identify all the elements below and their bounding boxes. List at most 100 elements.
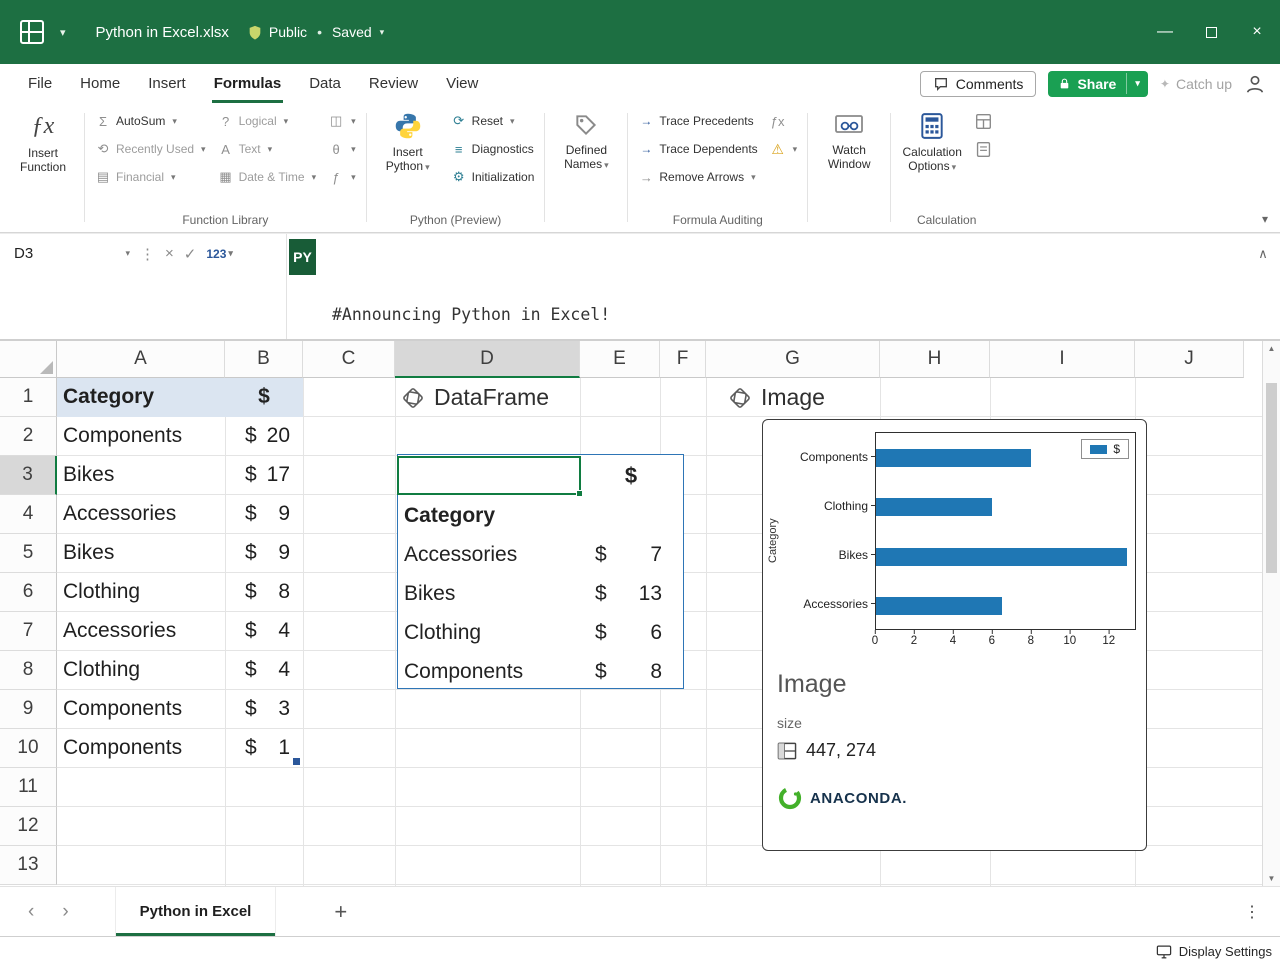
initialization-button[interactable]: ⚙Initialization	[447, 163, 539, 191]
cell-B5[interactable]: $9	[225, 534, 303, 573]
cell-A8[interactable]: Clothing	[63, 651, 140, 690]
cell-B8[interactable]: $4	[225, 651, 303, 690]
insert-python-button[interactable]: Insert Python▾	[373, 107, 443, 203]
row-header-3[interactable]: 3	[0, 456, 57, 495]
collapse-ribbon-button[interactable]: ▾	[1262, 212, 1268, 226]
row-header-11[interactable]: 11	[0, 768, 57, 807]
column-header-H[interactable]: H	[880, 341, 990, 378]
minimize-button[interactable]: —	[1142, 0, 1188, 64]
cell-A6[interactable]: Clothing	[63, 573, 140, 612]
maximize-button[interactable]	[1188, 0, 1234, 64]
cell-B9[interactable]: $3	[225, 690, 303, 729]
cell-A10[interactable]: Components	[63, 729, 182, 768]
show-formulas-button[interactable]: ƒx	[766, 107, 802, 135]
sensitivity-badge[interactable]: Public	[247, 24, 307, 41]
defined-names-button[interactable]: Defined Names▾	[551, 107, 621, 203]
reset-button[interactable]: ⟳Reset▾	[447, 107, 539, 135]
trace-dependents-button[interactable]: →Trace Dependents	[634, 135, 761, 163]
df-row[interactable]: Accessories$7	[398, 535, 683, 574]
tab-review[interactable]: Review	[355, 64, 432, 103]
cell-A3[interactable]: Bikes	[63, 456, 114, 495]
cancel-button[interactable]: ×	[165, 245, 174, 262]
cell-B4[interactable]: $9	[225, 495, 303, 534]
row-header-12[interactable]: 12	[0, 807, 57, 846]
row-header-2[interactable]: 2	[0, 417, 57, 456]
cell-A4[interactable]: Accessories	[63, 495, 176, 534]
row-header-6[interactable]: 6	[0, 573, 57, 612]
date-time-button[interactable]: ▦Date & Time▾	[214, 163, 321, 191]
error-checking-button[interactable]: ⚠▾	[766, 135, 802, 163]
row-header-1[interactable]: 1	[0, 378, 57, 417]
cell-B7[interactable]: $4	[225, 612, 303, 651]
tab-file[interactable]: File	[14, 64, 66, 103]
row-header-5[interactable]: 5	[0, 534, 57, 573]
df-row[interactable]: Components$8	[398, 652, 683, 691]
recently-used-button[interactable]: ⟲Recently Used▾	[91, 135, 210, 163]
cell-B2[interactable]: $20	[225, 417, 303, 456]
cell-B6[interactable]: $8	[225, 573, 303, 612]
tab-data[interactable]: Data	[295, 64, 355, 103]
catch-up-button[interactable]: ✦ Catch up	[1160, 76, 1232, 92]
row-header-8[interactable]: 8	[0, 651, 57, 690]
tab-view[interactable]: View	[432, 64, 492, 103]
excel-app-icon[interactable]	[18, 18, 46, 46]
next-sheet-button[interactable]: ›	[62, 901, 68, 923]
autosum-button[interactable]: ΣAutoSum▾	[91, 107, 210, 135]
calculation-options-button[interactable]: Calculation Options▾	[897, 107, 967, 203]
row-header-9[interactable]: 9	[0, 690, 57, 729]
image-output-card[interactable]: Category ComponentsClothingBikesAccessor…	[762, 419, 1147, 851]
math-trig-button[interactable]: θ▾	[324, 135, 360, 163]
share-button[interactable]: Share ▾	[1048, 71, 1147, 97]
df-row[interactable]: Clothing$6	[398, 613, 683, 652]
cell-A1[interactable]: Category	[63, 378, 154, 417]
quick-access-chevron-icon[interactable]: ▾	[60, 26, 66, 39]
remove-arrows-button[interactable]: →Remove Arrows▾	[634, 163, 761, 191]
share-dropdown[interactable]: ▾	[1126, 73, 1148, 94]
tab-home[interactable]: Home	[66, 64, 134, 103]
scroll-down-icon[interactable]: ▼	[1268, 874, 1276, 883]
cell-A5[interactable]: Bikes	[63, 534, 114, 573]
sheet-options-icon[interactable]: ⋮	[1244, 902, 1260, 922]
row-header-7[interactable]: 7	[0, 612, 57, 651]
column-header-J[interactable]: J	[1135, 341, 1244, 378]
cell-B1[interactable]: $	[225, 378, 303, 417]
lookup-reference-button[interactable]: ◫▾	[324, 107, 360, 135]
row-header-10[interactable]: 10	[0, 729, 57, 768]
column-header-F[interactable]: F	[660, 341, 706, 378]
number-format-preview-button[interactable]: 123▾	[206, 247, 233, 261]
df-column-header[interactable]: $	[581, 456, 681, 495]
df-row[interactable]: Bikes$13	[398, 574, 683, 613]
trace-precedents-button[interactable]: →Trace Precedents	[634, 107, 761, 135]
watch-window-button[interactable]: Watch Window	[814, 107, 884, 203]
column-header-D[interactable]: D	[395, 341, 580, 378]
enter-button[interactable]: ✓	[184, 245, 197, 263]
column-header-E[interactable]: E	[580, 341, 660, 378]
formula-input[interactable]: #Announcing Python in Excel! DataFrame=x…	[316, 234, 1246, 339]
select-all-corner[interactable]	[0, 341, 57, 378]
cell-B3[interactable]: $17	[225, 456, 303, 495]
logical-button[interactable]: ?Logical▾	[214, 107, 321, 135]
cell-A2[interactable]: Components	[63, 417, 182, 456]
calculate-now-button[interactable]	[971, 107, 996, 135]
insert-function-button[interactable]: ƒx Insert Function	[8, 107, 78, 203]
column-header-G[interactable]: G	[706, 341, 880, 378]
vertical-scrollbar[interactable]: ▲ ▼	[1262, 341, 1280, 886]
diagnostics-button[interactable]: ≡Diagnostics	[447, 135, 539, 163]
row-header-13[interactable]: 13	[0, 846, 57, 885]
comments-button[interactable]: Comments	[920, 71, 1037, 97]
grid-canvas[interactable]: Category $ Components $20 Bikes $17 Access…	[57, 378, 1280, 886]
row-header-4[interactable]: 4	[0, 495, 57, 534]
saved-status[interactable]: Saved ▾	[332, 24, 384, 40]
display-settings-button[interactable]: Display Settings	[1179, 944, 1272, 959]
tab-insert[interactable]: Insert	[134, 64, 200, 103]
calculate-sheet-button[interactable]	[971, 135, 996, 163]
column-header-B[interactable]: B	[225, 341, 303, 378]
column-header-C[interactable]: C	[303, 341, 395, 378]
text-button[interactable]: AText▾	[214, 135, 321, 163]
column-header-I[interactable]: I	[990, 341, 1135, 378]
sheet-tab-python-in-excel[interactable]: Python in Excel	[115, 887, 277, 936]
document-title[interactable]: Python in Excel.xlsx	[96, 24, 229, 41]
more-functions-button[interactable]: ƒ▾	[324, 163, 360, 191]
scrollbar-thumb[interactable]	[1266, 383, 1277, 573]
cell-A7[interactable]: Accessories	[63, 612, 176, 651]
